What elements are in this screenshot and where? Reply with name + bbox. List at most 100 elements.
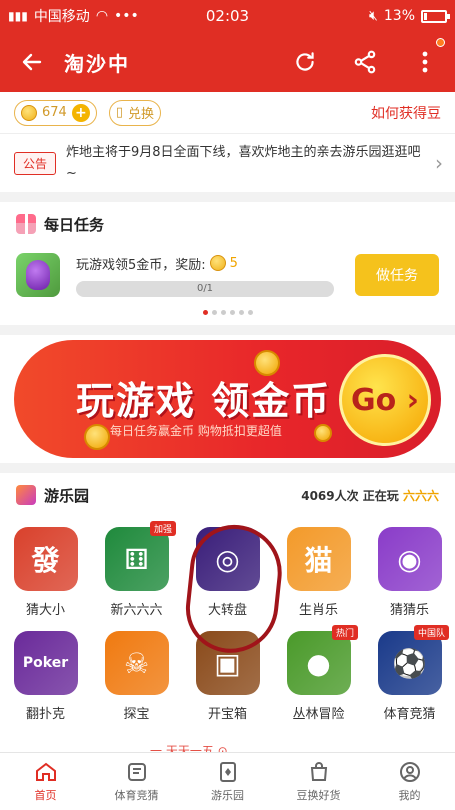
- title-bar: 淘沙中: [0, 32, 455, 92]
- coin-decoration-icon: [84, 424, 110, 450]
- more-dots-icon: •••: [114, 8, 139, 24]
- exchange-button[interactable]: ▯ 兑换: [108, 99, 161, 126]
- eye-icon: ◉: [377, 527, 442, 591]
- task-progress-bar: 0/1: [76, 280, 334, 297]
- announcement-text: 炸地主将于9月8日全面下线，喜欢炸地主的亲去游乐园逛逛吧~: [66, 145, 421, 181]
- coin-icon: [21, 104, 37, 121]
- coin-balance-value: 674: [42, 105, 67, 120]
- bug-icon: [26, 260, 50, 290]
- how-to-earn-link[interactable]: 如何获得豆: [371, 103, 441, 123]
- game-item[interactable]: ◎ 大转盘: [182, 527, 273, 631]
- promo-banner[interactable]: 玩游戏 领金币 每日任务赢金币 购物抵扣更超值 Go ›: [14, 340, 441, 458]
- exchange-label: 兑换: [127, 107, 154, 122]
- nav-tab-label: 首页: [34, 789, 57, 802]
- game-name: 开宝箱: [207, 707, 247, 722]
- add-coin-icon[interactable]: +: [71, 103, 90, 122]
- game-name: 丛林冒险: [292, 707, 345, 722]
- banner-headline: 玩游戏 领金币: [76, 379, 332, 423]
- signal-icon: ▮▮▮: [8, 9, 28, 23]
- daily-tasks-header: 每日任务: [0, 202, 455, 246]
- nav-tab-label: 豆换好货: [296, 789, 341, 802]
- nav-tab[interactable]: 我的: [364, 753, 455, 810]
- carousel-dot[interactable]: [229, 310, 235, 315]
- promo-banner-section: 玩游戏 领金币 每日任务赢金币 购物抵扣更超值 Go ›: [0, 335, 455, 463]
- banner-subtitle: 每日任务赢金币 购物抵扣更超值: [110, 424, 282, 438]
- task-description: 玩游戏领5金币，奖励:: [76, 257, 206, 273]
- game-item[interactable]: ● 热门 丛林冒险: [273, 625, 364, 735]
- mute-icon: 🔇︎: [369, 8, 378, 24]
- carousel-dot[interactable]: [220, 310, 226, 315]
- game-grid: 發猜大小 ⚅ 加强 新六六六 ◎ 大转盘猫生肖乐 ◉ 猜猜乐 Poker 翻扑克 ☠ 探宝 ▣ 开宝箱 ● 热…: [0, 517, 455, 735]
- skull-icon: ☠: [104, 631, 169, 695]
- share-button[interactable]: [335, 32, 395, 92]
- refresh-icon: [296, 52, 314, 71]
- nav-tab[interactable]: 游乐园: [182, 753, 273, 810]
- more-menu-button[interactable]: [395, 32, 455, 92]
- game-name: 生肖乐: [298, 603, 338, 618]
- carousel-dot[interactable]: [202, 310, 208, 315]
- game-name: 体育竞猜: [383, 707, 436, 722]
- cards-icon: [219, 762, 236, 782]
- game-item[interactable]: ▣ 开宝箱: [182, 631, 273, 735]
- carousel-dot[interactable]: [247, 310, 253, 315]
- more-vertical-icon: [422, 51, 428, 73]
- treasure-chest-icon: ▣: [195, 631, 260, 695]
- sports-shoe-icon: ⚽: [377, 631, 442, 695]
- game-item[interactable]: ☠ 探宝: [91, 631, 182, 735]
- exchange-icon: ▯: [115, 105, 123, 120]
- home-icon: [35, 762, 56, 781]
- ticket-icon: [127, 763, 146, 781]
- coin-bar: 674 + ▯ 兑换 如何获得豆: [0, 92, 455, 134]
- reward-coin-icon: [209, 255, 226, 271]
- go-button[interactable]: Go ›: [339, 354, 431, 446]
- wheel-icon: ◎: [195, 527, 260, 591]
- playground-header: 游乐园 4069人次 正在玩 六六六: [0, 473, 455, 517]
- carousel-dot[interactable]: [211, 310, 217, 315]
- refresh-button[interactable]: [275, 32, 335, 92]
- game-item[interactable]: ◉ 猜猜乐: [364, 527, 455, 631]
- poker-icon: Poker: [13, 631, 78, 695]
- game-name: 猜猜乐: [389, 603, 429, 618]
- do-task-button[interactable]: 做任务: [355, 254, 439, 296]
- playground-title: 游乐园: [44, 486, 90, 505]
- game-item[interactable]: 發猜大小: [0, 527, 91, 631]
- task-game-thumbnail: [16, 253, 60, 297]
- game-name: 翻扑克: [25, 707, 65, 722]
- user-icon: [399, 762, 420, 782]
- game-item[interactable]: ⚅ 加强 新六六六: [91, 521, 182, 631]
- chevron-right-icon: ›: [435, 151, 443, 175]
- clock: 02:03: [205, 7, 250, 25]
- bag-icon: [310, 762, 327, 781]
- game-name: 猜大小: [25, 603, 65, 618]
- status-bar: ▮▮▮ 中国移动 ◠ ••• 02:03 🔇︎ 13%: [0, 0, 455, 32]
- battery-percent: 13%: [383, 8, 415, 24]
- playground-icon: [16, 485, 36, 505]
- lucky-cat-icon: 猫: [286, 527, 351, 591]
- back-button[interactable]: [0, 32, 64, 92]
- game-name: 探宝: [123, 707, 150, 722]
- wifi-icon: ◠: [95, 8, 109, 24]
- bottom-navigation: 首页 体育竞猜 游乐园 豆换好货 我的: [0, 752, 455, 810]
- nav-tab-label: 游乐园: [211, 789, 244, 802]
- carrier-label: 中国移动: [33, 9, 90, 25]
- back-arrow-icon: [22, 53, 42, 71]
- online-count: 4069人次 正在玩 六六六: [301, 488, 439, 503]
- game-item[interactable]: 猫生肖乐: [273, 527, 364, 631]
- game-name: 大转盘: [207, 603, 247, 618]
- announcement[interactable]: 公告 炸地主将于9月8日全面下线，喜欢炸地主的亲去游乐园逛逛吧~ ›: [0, 134, 455, 192]
- daily-tasks-title: 每日任务: [44, 215, 105, 234]
- gift-icon: [16, 214, 36, 234]
- carousel-dot[interactable]: [238, 310, 244, 315]
- game-item[interactable]: Poker 翻扑克: [0, 631, 91, 735]
- notification-dot: [436, 38, 445, 47]
- nav-tab[interactable]: 豆换好货: [273, 753, 364, 810]
- bug-icon: ●: [286, 631, 351, 695]
- task-reward: 5: [229, 255, 238, 271]
- carousel-dots: [0, 310, 455, 315]
- dice-icon: ⚅: [104, 527, 169, 591]
- nav-tab[interactable]: 首页: [0, 753, 91, 810]
- nav-tab-label: 我的: [398, 789, 421, 802]
- coin-balance[interactable]: 674 +: [14, 99, 97, 126]
- game-item[interactable]: ⚽ 中国队 体育竞猜: [364, 625, 455, 735]
- nav-tab[interactable]: 体育竞猜: [91, 753, 182, 810]
